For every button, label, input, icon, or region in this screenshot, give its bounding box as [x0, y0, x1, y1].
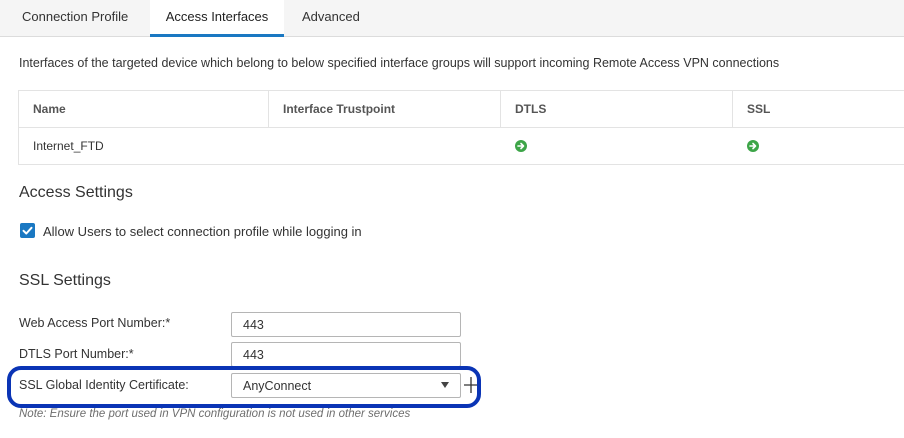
table-row[interactable]: Internet_FTD: [19, 128, 904, 165]
ssl-certificate-label: SSL Global Identity Certificate:: [19, 378, 189, 392]
dtls-status-cell: [501, 128, 733, 165]
caret-down-icon: [441, 382, 449, 388]
column-header-ssl[interactable]: SSL: [733, 91, 904, 128]
ssl-certificate-select[interactable]: AnyConnect: [231, 373, 461, 398]
tab-advanced[interactable]: Advanced: [302, 0, 360, 36]
ssl-certificate-value: AnyConnect: [243, 379, 312, 393]
port-note: Note: Ensure the port used in VPN config…: [19, 408, 411, 420]
ssl-status-cell: [733, 128, 904, 165]
green-status-arrow-icon: [515, 140, 527, 152]
web-access-port-input[interactable]: [231, 312, 461, 337]
allow-select-profile-checkbox[interactable]: [20, 223, 35, 238]
table-header: Name Interface Trustpoint DTLS SSL: [19, 91, 904, 128]
access-settings-title: Access Settings: [19, 184, 133, 201]
plus-icon: [464, 377, 478, 393]
interface-name-cell: Internet_FTD: [33, 139, 104, 153]
tab-connection-profile[interactable]: Connection Profile: [22, 0, 128, 36]
dtls-port-label: DTLS Port Number:*: [19, 347, 134, 361]
web-access-port-label: Web Access Port Number:*: [19, 316, 171, 330]
allow-select-profile-label: Allow Users to select connection profile…: [43, 224, 362, 239]
interfaces-description: Interfaces of the targeted device which …: [19, 56, 780, 70]
column-header-dtls[interactable]: DTLS: [501, 91, 733, 128]
green-status-arrow-icon: [747, 140, 759, 152]
tab-bar: Connection Profile Access Interfaces Adv…: [0, 0, 904, 37]
column-header-name[interactable]: Name: [19, 91, 269, 128]
dtls-port-input[interactable]: [231, 342, 461, 367]
ssl-settings-title: SSL Settings: [19, 272, 111, 289]
tab-access-interfaces[interactable]: Access Interfaces: [150, 0, 284, 37]
interface-trustpoint-cell: [269, 128, 501, 165]
column-header-trustpoint[interactable]: Interface Trustpoint: [269, 91, 501, 128]
checkmark-icon: [22, 226, 33, 235]
add-certificate-button[interactable]: [463, 374, 479, 396]
interfaces-table: Name Interface Trustpoint DTLS SSL Inter…: [18, 90, 904, 165]
